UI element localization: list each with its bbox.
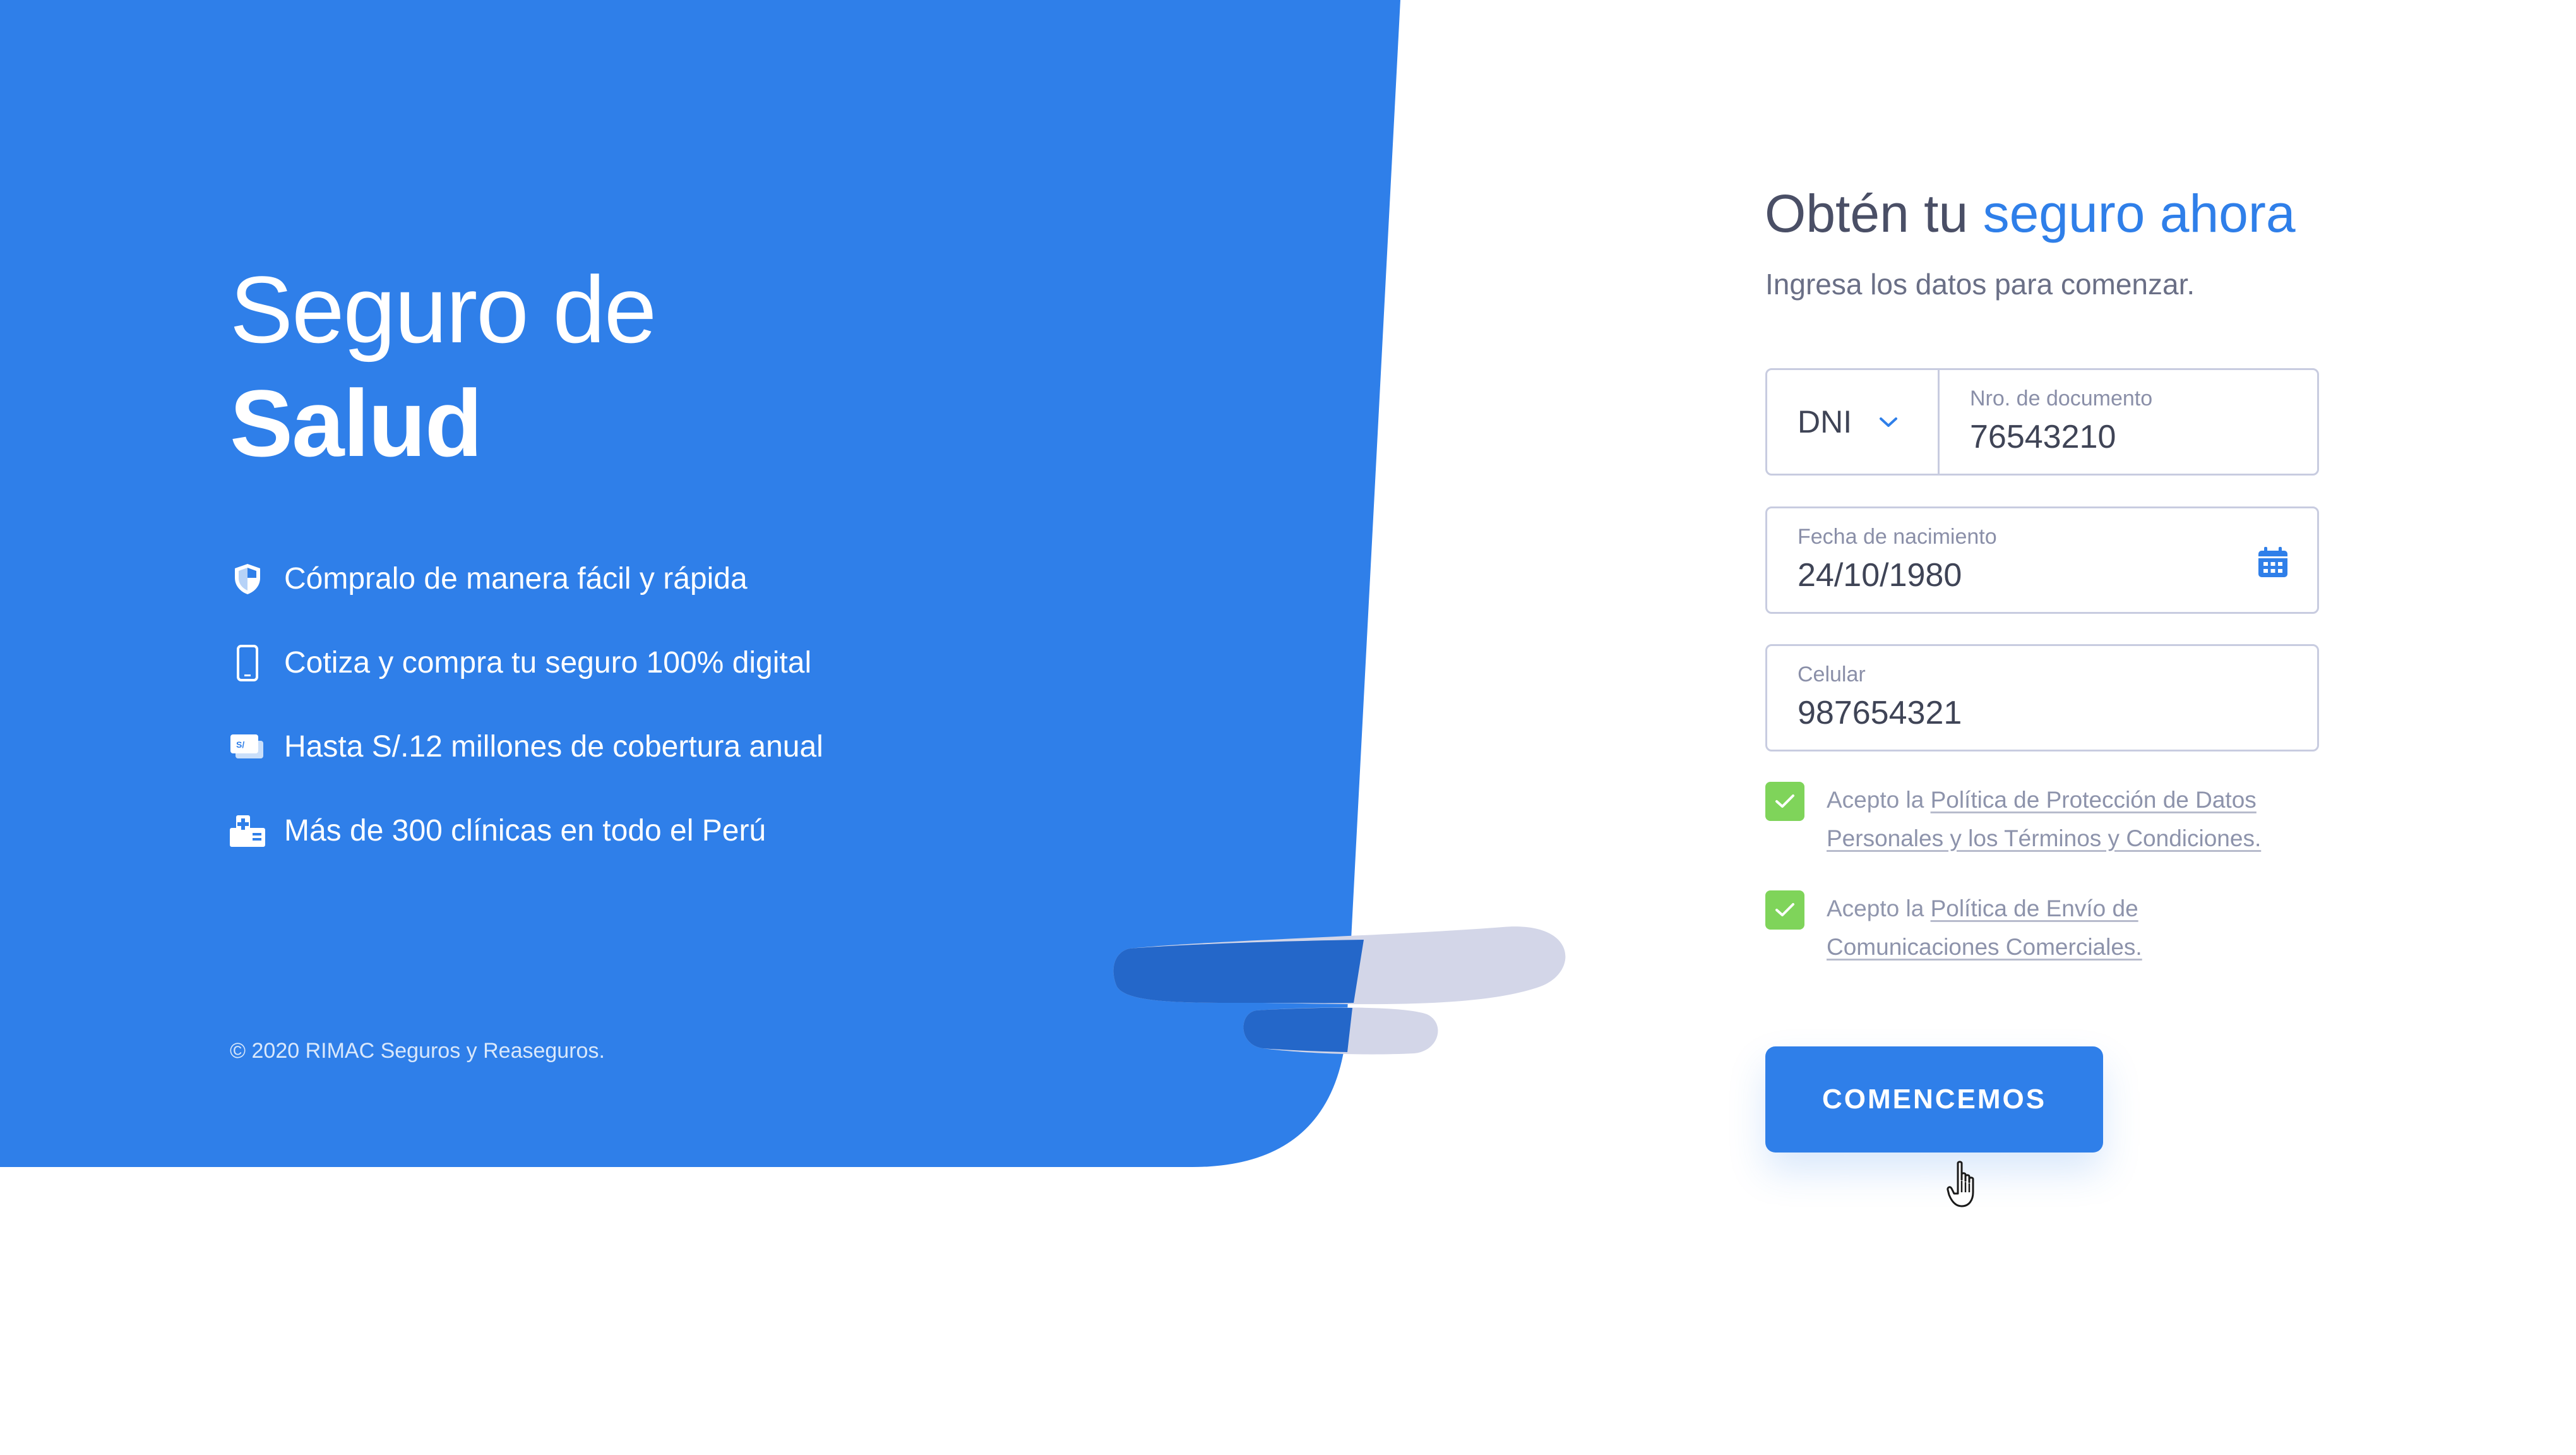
shield-icon — [229, 560, 266, 598]
mobile-phone-icon — [229, 644, 266, 682]
consent-checkbox[interactable] — [1765, 782, 1804, 821]
feature-item: S/ Hasta S/.12 millones de cobertura anu… — [229, 705, 823, 789]
hero-title-line1: Seguro de — [230, 256, 657, 362]
hero-title-line2: Salud — [230, 370, 482, 476]
consent-text: Acepto la Política de Protección de Dato… — [1827, 781, 2306, 858]
hand-pointer-icon — [1947, 1161, 1984, 1212]
phone-field[interactable]: Celular 987654321 — [1765, 644, 2319, 751]
copyright: © 2020 RIMAC Seguros y Reaseguros. — [230, 1039, 605, 1063]
feature-text: Cómpralo de manera fácil y rápida — [284, 562, 748, 596]
feature-text: Hasta S/.12 millones de cobertura anual — [284, 730, 823, 763]
consent-communications: Acepto la Política de Envío de Comunicac… — [1765, 890, 2306, 966]
form-title-accent: seguro ahora — [1983, 184, 2296, 243]
feature-list: Cómpralo de manera fácil y rápida Cotiza… — [229, 537, 823, 873]
calendar-icon[interactable] — [2257, 546, 2289, 582]
hero-title: Seguro de Salud — [230, 253, 657, 480]
feature-text: Más de 300 clínicas en todo el Perú — [284, 814, 766, 847]
start-button[interactable]: COMENCEMOS — [1765, 1046, 2103, 1153]
phone-label: Celular — [1798, 662, 1866, 686]
form-title: Obtén tu seguro ahora — [1765, 183, 2296, 244]
document-type-value: DNI — [1798, 404, 1852, 440]
birth-date-label: Fecha de nacimiento — [1798, 525, 1997, 549]
consent-prefix: Acepto la — [1827, 787, 1931, 813]
consent-prefix: Acepto la — [1827, 895, 1931, 921]
feature-text: Cotiza y compra tu seguro 100% digital — [284, 646, 812, 680]
phone-value: 987654321 — [1798, 695, 1962, 731]
form-subtitle: Ingresa los datos para comenzar. — [1765, 268, 2195, 301]
clinic-icon — [229, 812, 266, 850]
document-number-value: 76543210 — [1970, 419, 2116, 455]
feature-item: Más de 300 clínicas en todo el Perú — [229, 789, 823, 873]
birth-date-value: 24/10/1980 — [1798, 557, 1962, 594]
document-type-select[interactable]: DNI — [1765, 368, 1940, 476]
document-number-field[interactable]: Nro. de documento 76543210 — [1938, 368, 2319, 476]
consent-checkbox[interactable] — [1765, 890, 1804, 930]
birth-date-field[interactable]: Fecha de nacimiento 24/10/1980 — [1765, 506, 2319, 614]
document-number-label: Nro. de documento — [1970, 386, 2153, 410]
money-icon-glyph: S/ — [236, 739, 244, 750]
money-bills-icon: S/ — [229, 728, 266, 766]
feature-item: Cotiza y compra tu seguro 100% digital — [229, 621, 823, 705]
feature-item: Cómpralo de manera fácil y rápida — [229, 537, 823, 621]
form-title-prefix: Obtén tu — [1765, 184, 1983, 243]
consent-text: Acepto la Política de Envío de Comunicac… — [1827, 889, 2306, 966]
consent-data-policy: Acepto la Política de Protección de Dato… — [1765, 782, 2306, 858]
chevron-down-icon — [1878, 416, 1899, 432]
